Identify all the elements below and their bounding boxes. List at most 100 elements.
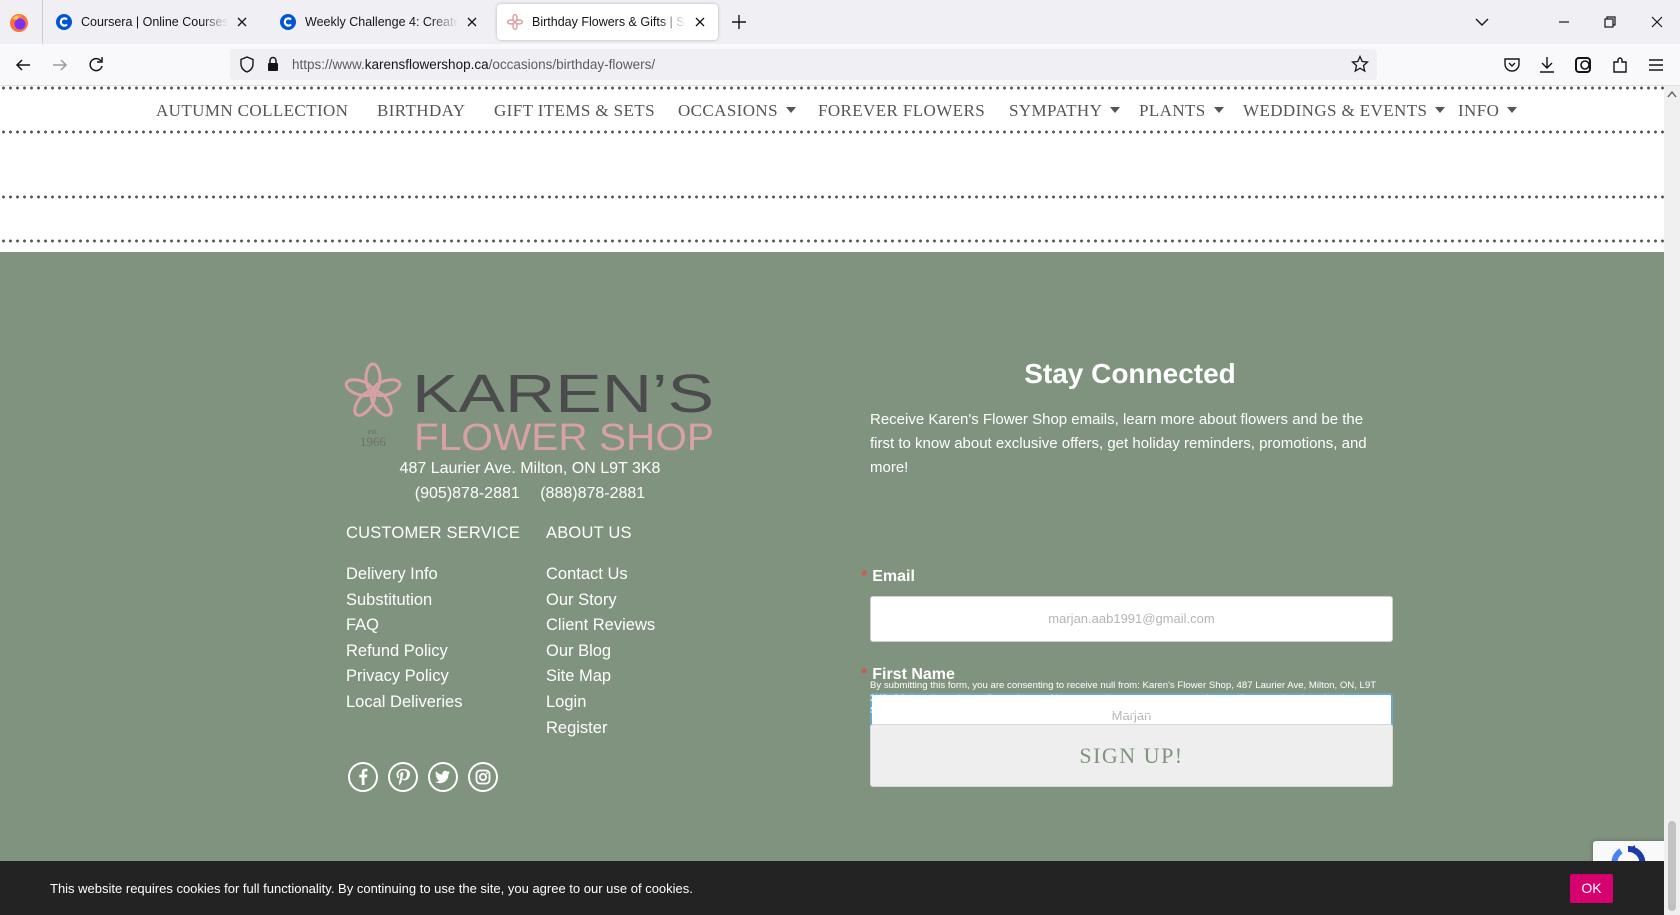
menu-icon[interactable]	[1645, 54, 1667, 76]
browser-tab-bar: Coursera | Online Courses & Credentials …	[0, 0, 1680, 44]
email-field[interactable]: marjan.aab1991@gmail.com	[870, 596, 1393, 642]
consent-text: By submitting this form, you are consent…	[870, 680, 1390, 718]
url-host: karensflowershop.ca	[364, 57, 489, 72]
address-bar[interactable]: https://www.karensflowershop.ca/occasion…	[230, 49, 1377, 80]
pocket-icon[interactable]	[1501, 54, 1523, 76]
coursera-icon	[56, 14, 72, 30]
twitter-icon[interactable]	[428, 762, 458, 792]
nav-label: PLANTS	[1139, 101, 1206, 120]
coursera-icon	[280, 14, 296, 30]
nav-sympathy[interactable]: SYMPATHY	[1009, 101, 1121, 121]
shield-icon[interactable]	[239, 56, 255, 73]
constant-contact-link[interactable]: Emails are serviced by Constant Contact.	[1123, 705, 1299, 716]
link-faq[interactable]: FAQ	[346, 615, 462, 641]
sign-up-button[interactable]: SIGN UP!	[870, 724, 1393, 787]
back-arrow-icon[interactable]	[12, 54, 34, 76]
tab-weekly-challenge[interactable]: Weekly Challenge 4: Create a compelling	[270, 4, 490, 40]
download-icon[interactable]	[1536, 54, 1558, 76]
link-register[interactable]: Register	[546, 718, 655, 744]
new-tab-icon[interactable]	[729, 12, 749, 32]
stay-connected-description: Receive Karen's Flower Shop emails, lear…	[870, 411, 1367, 476]
nav-label: BIRTHDAY	[377, 101, 466, 120]
nav-label: GIFT ITEMS & SETS	[494, 101, 655, 120]
scroll-up-arrow-icon[interactable]	[1667, 90, 1677, 98]
karens-flower-shop-logo[interactable]: est. 1966 KAREN’S FLOWER SHOP	[344, 362, 716, 452]
extensions-icon[interactable]	[1609, 54, 1631, 76]
link-our-story[interactable]: Our Story	[546, 590, 655, 616]
bookmark-star-icon[interactable]	[1351, 55, 1369, 73]
link-refund-policy[interactable]: Refund Policy	[346, 641, 462, 667]
link-privacy-policy[interactable]: Privacy Policy	[346, 666, 462, 692]
link-site-map[interactable]: Site Map	[546, 666, 655, 692]
nav-birthday[interactable]: BIRTHDAY	[377, 101, 465, 121]
nav-plants[interactable]: PLANTS	[1139, 101, 1224, 121]
nav-label: AUTUMN COLLECTION	[156, 101, 349, 120]
tab-birthday-flowers[interactable]: Birthday Flowers & Gifts | Same Day Deli…	[497, 4, 718, 40]
dotted-divider	[0, 130, 1664, 134]
cookie-ok-button[interactable]: OK	[1570, 874, 1613, 903]
link-contact-us[interactable]: Contact Us	[546, 564, 655, 590]
tab-title: Coursera | Online Courses & Credentials	[81, 15, 228, 29]
site-main-nav: AUTUMN COLLECTION BIRTHDAY GIFT ITEMS & …	[0, 94, 1664, 130]
nav-info[interactable]: INFO	[1458, 101, 1518, 121]
flower-icon	[507, 14, 523, 30]
web-page: AUTUMN COLLECTION BIRTHDAY GIFT ITEMS & …	[0, 86, 1664, 915]
logo-wordmark-bottom: FLOWER SHOP	[414, 417, 714, 452]
close-tab-icon[interactable]	[234, 14, 250, 30]
account-icon[interactable]	[1573, 54, 1595, 76]
nav-label: INFO	[1458, 101, 1500, 120]
lotus-icon	[344, 362, 402, 417]
pinterest-icon[interactable]	[388, 762, 418, 792]
about-us-heading: ABOUT US	[546, 524, 632, 542]
email-label: * Email	[861, 568, 915, 586]
email-label-text: Email	[872, 568, 915, 585]
customer-service-heading: CUSTOMER SERVICE	[346, 524, 521, 542]
caret-down-icon	[1110, 107, 1121, 113]
link-our-blog[interactable]: Our Blog	[546, 641, 655, 667]
browser-navigation-bar: https://www.karensflowershop.ca/occasion…	[0, 44, 1680, 86]
caret-down-icon	[1435, 107, 1446, 113]
close-tab-icon[interactable]	[692, 14, 708, 30]
nav-weddings-events[interactable]: WEDDINGS & EVENTS	[1243, 101, 1446, 121]
customer-service-links: Delivery Info Substitution FAQ Refund Po…	[346, 564, 462, 718]
nav-gift-items[interactable]: GIFT ITEMS & SETS	[494, 101, 655, 121]
page-scrollbar[interactable]	[1664, 86, 1680, 915]
url-scheme: https://www.	[292, 57, 365, 72]
nav-label: OCCASIONS	[678, 101, 778, 120]
caret-down-icon	[785, 107, 796, 113]
nav-autumn-collection[interactable]: AUTUMN COLLECTION	[156, 101, 348, 121]
minimize-icon[interactable]	[1554, 12, 1574, 32]
firefox-icon[interactable]	[8, 12, 30, 34]
tab-coursera[interactable]: Coursera | Online Courses & Credentials	[46, 4, 260, 40]
restore-icon[interactable]	[1600, 12, 1620, 32]
phone-local[interactable]: (905)878-2881	[415, 485, 520, 502]
link-delivery-info[interactable]: Delivery Info	[346, 564, 462, 590]
nav-forever-flowers[interactable]: FOREVER FLOWERS	[818, 101, 985, 121]
phone-tollfree[interactable]: (888)878-2881	[540, 485, 645, 502]
stay-connected-title: Stay Connected	[1024, 358, 1236, 389]
link-local-deliveries[interactable]: Local Deliveries	[346, 692, 462, 718]
reload-icon[interactable]	[85, 54, 107, 76]
lock-icon[interactable]	[266, 56, 280, 72]
logo-wordmark-top: KAREN’S	[412, 364, 714, 424]
facebook-icon[interactable]	[348, 762, 378, 792]
nav-occasions[interactable]: OCCASIONS	[678, 101, 796, 121]
url-path: /occasions/birthday-flowers/	[488, 57, 656, 72]
site-footer: est. 1966 KAREN’S FLOWER SHOP 487 Laurie…	[0, 252, 1664, 915]
nav-label: WEDDINGS & EVENTS	[1243, 101, 1428, 120]
cookie-banner: This website requires cookies for full f…	[0, 861, 1664, 915]
scrollbar-thumb[interactable]	[1668, 821, 1676, 911]
required-asterisk: *	[861, 568, 868, 585]
close-window-icon[interactable]	[1647, 12, 1667, 32]
forward-arrow-icon[interactable]	[49, 54, 71, 76]
instagram-icon[interactable]	[468, 762, 498, 792]
link-client-reviews[interactable]: Client Reviews	[546, 615, 655, 641]
link-login[interactable]: Login	[546, 692, 655, 718]
link-substitution[interactable]: Substitution	[346, 590, 462, 616]
tab-title: Weekly Challenge 4: Create a compelling	[305, 15, 458, 29]
dotted-divider	[0, 239, 1664, 243]
chevron-down-icon[interactable]	[1474, 14, 1490, 30]
close-tab-icon[interactable]	[464, 14, 480, 30]
url-text[interactable]: https://www.karensflowershop.ca/occasion…	[292, 57, 655, 72]
logo-year: 1966	[360, 434, 387, 449]
